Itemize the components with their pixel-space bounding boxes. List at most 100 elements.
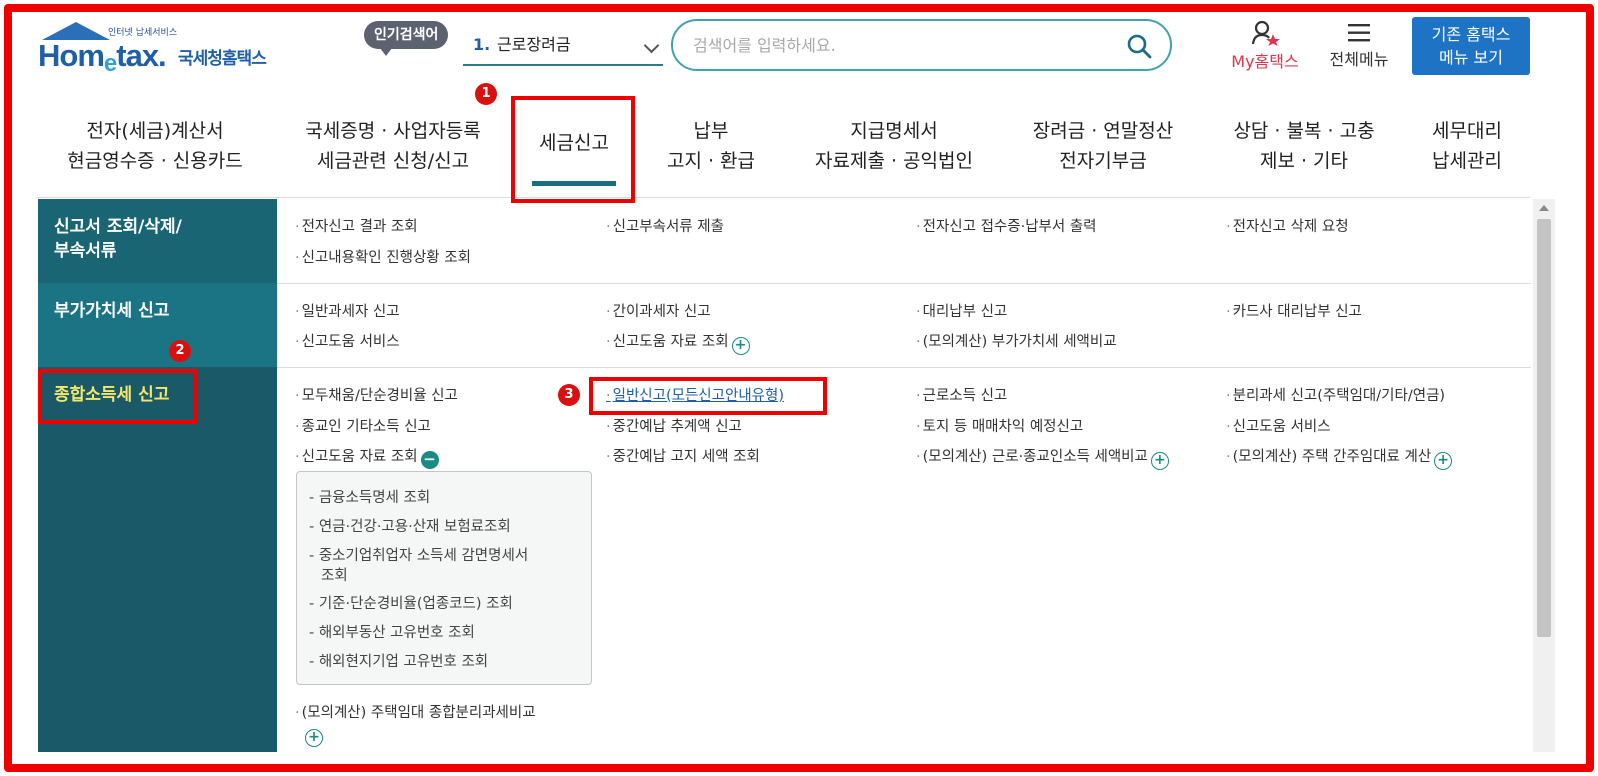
link-filing-help-service-2[interactable]: · 신고도움 서비스: [1226, 417, 1331, 437]
link-religious-income[interactable]: · 종교인 기타소득 신고: [295, 417, 431, 437]
logo-wordmark: Hometax.: [38, 38, 167, 77]
link-interim-notice[interactable]: · 중간예납 고지 세액 조회: [606, 447, 760, 467]
gnb-line1: 장려금 · 연말정산: [1032, 120, 1174, 142]
link-rent-separate-simulation-expand[interactable]: +: [305, 724, 323, 747]
popular-rank: 1.: [473, 35, 491, 54]
plus-icon[interactable]: +: [1434, 452, 1453, 470]
gnb-tab-payment[interactable]: 납부 고지 · 환급: [654, 116, 768, 176]
popular-search-badge: 인기검색어: [364, 21, 449, 56]
submenu-item-insurance[interactable]: - 연금·건강·고용·산재 보험료조회: [309, 517, 511, 537]
popular-search-select[interactable]: 1. 근로장려금: [463, 28, 663, 66]
link-attached-docs[interactable]: · 신고부속서류 제출: [606, 217, 724, 237]
link-separate-taxation[interactable]: · 분리과세 신고(주택임대/기타/연금): [1226, 386, 1445, 406]
link-land-sale[interactable]: · 토지 등 매매차익 예정신고: [916, 417, 1083, 437]
plus-icon[interactable]: +: [305, 729, 323, 747]
search-icon[interactable]: [1126, 33, 1152, 59]
gnb-tab-incentives[interactable]: 장려금 · 연말정산 전자기부금: [1018, 116, 1188, 176]
old-hometax-menu-button[interactable]: 기존 홈택스 메뉴 보기: [1412, 17, 1530, 75]
old-menu-line1: 기존 홈택스: [1431, 25, 1511, 44]
filing-help-submenu: - 금융소득명세 조회 - 연금·건강·고용·산재 보험료조회 - 중소기업취업…: [296, 471, 592, 685]
scroll-up-arrow-icon[interactable]: [1539, 205, 1549, 211]
gnb-line1: 지급명세서: [850, 120, 938, 142]
gnb-line1: 전자(세금)계산서: [86, 120, 224, 142]
link-rent-separate-simulation[interactable]: · (모의계산) 주택임대 종합분리과세비교: [295, 703, 536, 723]
hometax-logo[interactable]: 인터넷 납세서비스 Hometax. 국세청홈택스: [38, 22, 288, 78]
active-tab-underline: [532, 181, 616, 186]
link-receipt-print[interactable]: · 전자신고 접수증·납부서 출력: [916, 217, 1097, 237]
sidebar-item-label: 부가가치세 신고: [54, 301, 170, 321]
logo-tagline: 인터넷 납세서비스: [108, 28, 178, 38]
link-rent-simulation[interactable]: · (모의계산) 주택 간주임대료 계산 +: [1226, 447, 1453, 470]
mega-menu: 신고서 조회/삭제/ 부속서류 부가가치세 신고 종합소득세 신고: [38, 199, 1532, 752]
gnb-line2: 현금영수증 · 신용카드: [67, 150, 243, 172]
gnb-tab-tax-filing[interactable]: 세금신고: [522, 128, 626, 188]
submenu-item-overseas-property[interactable]: - 해외부동산 고유번호 조회: [309, 623, 475, 643]
my-hometax-label: My홈택스: [1231, 52, 1299, 71]
link-card-proxy-payment[interactable]: · 카드사 대리납부 신고: [1226, 302, 1362, 322]
old-menu-line2: 메뉴 보기: [1439, 48, 1503, 67]
user-star-icon: [1251, 20, 1280, 46]
my-hometax-button[interactable]: My홈택스: [1224, 20, 1306, 72]
search-box: [671, 19, 1172, 71]
all-menu-button[interactable]: 전체메뉴: [1322, 20, 1396, 72]
row-divider: [277, 283, 1531, 284]
submenu-item-sme-reduction[interactable]: - 중소기업취업자 소득세 감면명세서: [309, 546, 528, 566]
search-input[interactable]: [693, 31, 1113, 59]
link-filing-help-service[interactable]: · 신고도움 서비스: [295, 332, 400, 352]
all-menu-label: 전체메뉴: [1329, 50, 1389, 69]
sidebar-item-label: 부속서류: [54, 241, 117, 261]
gnb-line1: 세금신고: [539, 132, 609, 154]
gnb-line2: 납세관리: [1432, 150, 1502, 172]
marker-1: 1: [475, 83, 497, 105]
gnb-line2: 자료제출 · 공익법인: [815, 150, 973, 172]
link-simplified-taxpayer[interactable]: · 간이과세자 신고: [606, 302, 711, 322]
link-general-taxpayer[interactable]: · 일반과세자 신고: [295, 302, 400, 322]
link-earned-income[interactable]: · 근로소득 신고: [916, 386, 1007, 406]
hamburger-icon: [1348, 24, 1370, 42]
gnb-line1: 납부: [693, 120, 729, 142]
submenu-item-expense-ratio[interactable]: - 기준·단순경비율(업종코드) 조회: [309, 594, 513, 614]
gnb-tab-tax-agent[interactable]: 세무대리 납세관리: [1424, 116, 1510, 176]
plus-icon[interactable]: +: [1150, 452, 1169, 470]
sidebar-item-return-lookup[interactable]: 신고서 조회/삭제/ 부속서류: [38, 199, 277, 283]
sidebar-item-vat[interactable]: 부가가치세 신고: [38, 283, 277, 367]
sidebar-item-label: 종합소득세 신고: [54, 385, 170, 405]
link-general-filing[interactable]: · 일반신고(모든신고안내유형): [606, 386, 784, 406]
submenu-item-overseas-company[interactable]: - 해외현지기업 고유번호 조회: [309, 652, 488, 672]
gnb-line1: 국세증명 · 사업자등록: [305, 120, 481, 142]
link-vat-simulation[interactable]: · (모의계산) 부가가치세 세액비교: [916, 332, 1117, 352]
gnb-line1: 세무대리: [1432, 120, 1502, 142]
chevron-down-icon: [643, 37, 660, 54]
marker-3: 3: [558, 384, 580, 406]
link-proxy-payment[interactable]: · 대리납부 신고: [916, 302, 1007, 322]
sidebar-item-label: 신고서 조회/삭제/: [54, 217, 182, 237]
link-filing-help-data[interactable]: · 신고도움 자료 조회 +: [606, 332, 750, 355]
gnb-tab-consultation[interactable]: 상담 · 불복 · 고충 제보 · 기타: [1222, 116, 1386, 176]
link-interim-estimate[interactable]: · 중간예납 추계액 신고: [606, 417, 742, 437]
link-religious-simulation[interactable]: · (모의계산) 근로·종교인소득 세액비교 +: [916, 447, 1169, 470]
gnb-divider: [38, 197, 1530, 198]
vertical-scrollbar[interactable]: [1533, 199, 1555, 752]
minus-icon[interactable]: −: [420, 451, 439, 469]
plus-icon[interactable]: +: [731, 337, 750, 355]
gnb-line2: 세금관련 신청/신고: [316, 150, 470, 172]
gnb-tab-certificates[interactable]: 국세증명 · 사업자등록 세금관련 신청/신고: [296, 116, 490, 176]
scroll-thumb[interactable]: [1537, 219, 1551, 637]
link-progress-status[interactable]: · 신고내용확인 진행상황 조회: [295, 248, 471, 268]
link-filing-help-data-2[interactable]: · 신고도움 자료 조회 −: [295, 447, 439, 469]
sidebar: 신고서 조회/삭제/ 부속서류 부가가치세 신고 종합소득세 신고: [38, 199, 277, 752]
gnb-line2: 제보 · 기타: [1259, 150, 1349, 172]
popular-term: 근로장려금: [497, 35, 571, 54]
link-delete-request[interactable]: · 전자신고 삭제 요청: [1226, 217, 1349, 237]
logo-korean-name: 국세청홈택스: [178, 49, 267, 69]
gnb-line1: 상담 · 불복 · 고충: [1233, 120, 1375, 142]
gnb-tab-e-invoice[interactable]: 전자(세금)계산서 현금영수증 · 신용카드: [58, 116, 252, 176]
sidebar-item-income-tax[interactable]: 종합소득세 신고: [38, 367, 277, 752]
link-prefilled-filing[interactable]: · 모두채움/단순경비율 신고: [295, 386, 458, 406]
gnb-line2: 전자기부금: [1059, 150, 1147, 172]
row-divider: [277, 367, 1531, 368]
submenu-item-sme-reduction-cont[interactable]: 조회: [321, 566, 348, 586]
submenu-item-financial-income[interactable]: - 금융소득명세 조회: [309, 488, 430, 508]
link-efiling-result[interactable]: · 전자신고 결과 조회: [295, 217, 418, 237]
gnb-tab-payment-statements[interactable]: 지급명세서 자료제출 · 공익법인: [804, 116, 984, 176]
